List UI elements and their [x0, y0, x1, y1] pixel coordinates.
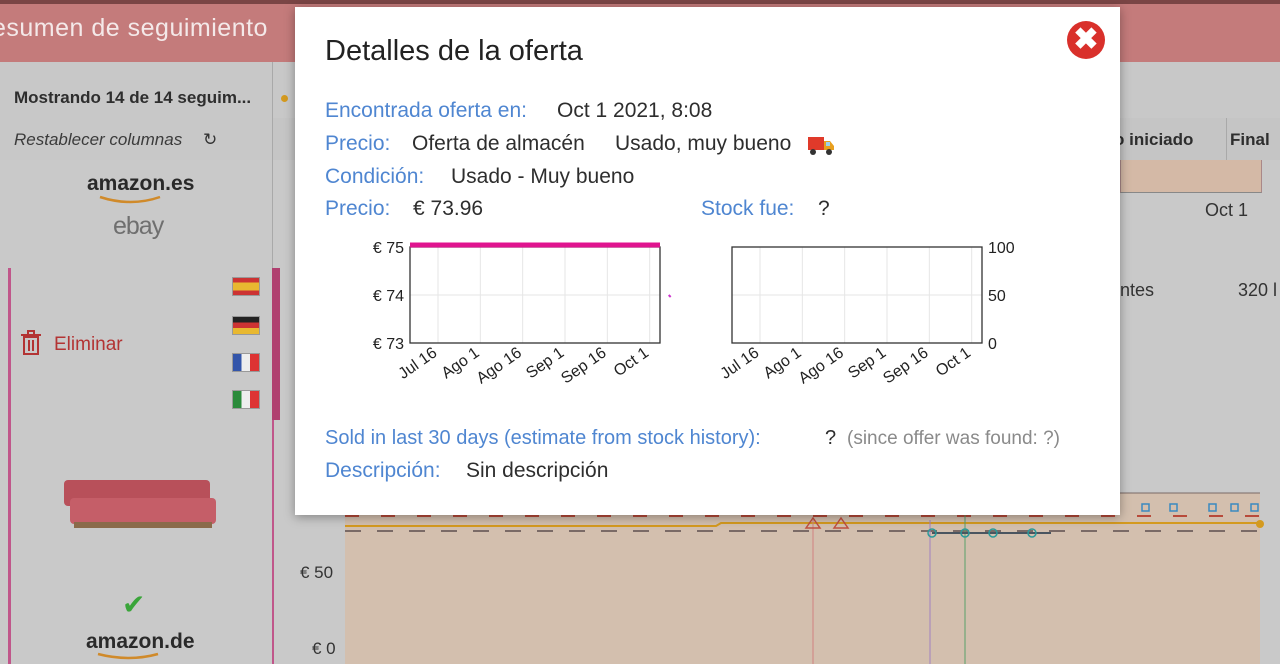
price-label: Precio: [325, 197, 391, 220]
page-title: esumen de seguimiento [0, 14, 268, 42]
flag-it-icon[interactable] [232, 390, 260, 409]
y-tick-label: 50 [988, 288, 1006, 305]
price-type-label: Precio: [325, 132, 391, 155]
column-header-final[interactable]: Final [1230, 130, 1270, 150]
stock-label: Stock fue: [701, 197, 795, 220]
x-tick-label: Oct 1 [611, 344, 652, 380]
price-type-value: Oferta de almacén [412, 132, 585, 155]
price-value: € 73.96 [413, 197, 484, 220]
stock-value: ? [818, 197, 830, 220]
row-accent-bar [272, 420, 274, 664]
amazon-es-logo: amazon.es [87, 172, 195, 195]
check-icon: ✔ [122, 589, 146, 620]
amazon-smile-icon [97, 652, 159, 660]
found-label: Encontrada oferta en: [325, 99, 527, 122]
price-type-condition: Usado, muy bueno [615, 132, 792, 155]
condition-label: Condición: [325, 165, 425, 188]
price-chart: € 75€ 74€ 73Jul 16Ago 1Ago 16Sep 1Sep 16… [373, 240, 672, 387]
ebay-logo: ebay [113, 212, 164, 240]
found-value: Oct 1 2021, 8:08 [557, 99, 713, 122]
description-value: Sin descripción [466, 459, 609, 482]
flag-fr-icon[interactable] [232, 353, 260, 372]
description-label: Descripción: [325, 459, 441, 482]
reset-columns-link[interactable]: Restablecer columnas [14, 130, 182, 150]
close-icon[interactable]: ✖ [1067, 21, 1105, 59]
x-tick-label: Oct 1 [933, 344, 974, 380]
row-chart-axis-label: Oct 1 [1205, 200, 1249, 220]
sold-label: Sold in last 30 days (estimate from stoc… [325, 427, 761, 449]
product-image [64, 480, 216, 528]
y-tick-label: € 74 [373, 288, 404, 305]
reset-icon[interactable]: ↻ [203, 130, 217, 150]
y-tick-label: 0 [988, 336, 997, 353]
x-tick-label: Sep 16 [558, 344, 609, 387]
flag-de-icon[interactable] [232, 316, 260, 335]
truck-icon [808, 137, 834, 155]
y-tick-label: 100 [988, 240, 1015, 257]
row-accent-bar [272, 268, 280, 420]
delete-button[interactable]: Eliminar [54, 334, 123, 356]
x-tick-label: Sep 16 [880, 344, 931, 387]
price-series-point [667, 294, 672, 298]
y-tick-label: € 75 [373, 240, 404, 257]
offer-details-modal: Detalles de la oferta ✖ Encontrada ofert… [295, 7, 1120, 515]
flag-es-icon[interactable] [232, 277, 260, 296]
sold-note: (since offer was found: ?) [847, 428, 1060, 449]
y-tick-label: € 73 [373, 336, 404, 353]
x-tick-label: Ago 16 [474, 344, 525, 387]
remaining-value: 320 l [1238, 280, 1278, 300]
column-divider [1226, 118, 1227, 160]
trash-icon[interactable] [20, 330, 42, 356]
x-tick-label: Jul 16 [718, 344, 763, 382]
bg-chart-y-label: € 0 [312, 639, 336, 658]
amazon-smile-icon [99, 195, 161, 204]
showing-count: Mostrando 14 de 14 seguim... [14, 88, 252, 107]
bg-chart-y-label: € 50 [300, 563, 333, 582]
condition-value: Usado - Muy bueno [451, 165, 635, 188]
row-mini-chart [1120, 160, 1262, 193]
stock-chart: 100500Jul 16Ago 1Ago 16Sep 1Sep 16 Oct 1 [718, 240, 1015, 387]
table-row [8, 420, 275, 664]
modal-title: Detalles de la oferta [325, 35, 583, 67]
x-tick-label: Ago 16 [796, 344, 847, 387]
sold-value: ? [825, 427, 837, 449]
status-dot [281, 95, 288, 102]
amazon-de-logo: amazon.de [86, 630, 195, 653]
